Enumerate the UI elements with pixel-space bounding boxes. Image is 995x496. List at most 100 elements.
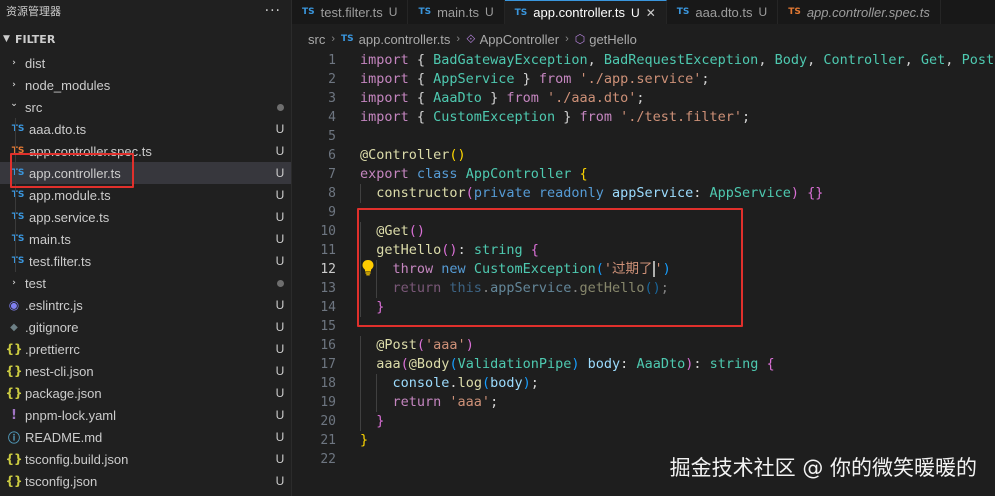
code-line[interactable]: 15 [292,317,995,336]
code-token: ; [742,109,751,125]
more-actions-icon[interactable]: ··· [265,3,281,19]
editor-tab[interactable]: TS test.filter.ts U [292,0,409,24]
code-line[interactable]: 19 return 'aaa'; [292,393,995,412]
code-token: '过期了 [603,261,653,277]
editor-tab-bar: TS test.filter.ts U TS main.ts U TS app.control… [292,0,995,24]
code-token: BadGatewayException [433,52,588,68]
code-token: import [360,52,417,68]
code-line[interactable]: 2 import { AppService } from './app.servi… [292,70,995,89]
code-line[interactable]: 4 import { CustomException } from './test… [292,108,995,127]
file-tree-item-label: README.md [25,429,103,445]
file-tree-item[interactable]: TS aaa.dto.ts U [0,118,291,140]
explorer-header: 资源管理器 ··· [0,0,291,22]
code-token: } [376,413,385,429]
code-line[interactable]: 3 import { AaaDto } from './aaa.dto'; [292,89,995,108]
line-number: 6 [328,148,336,163]
code-token: './aaa.dto' [546,90,637,106]
line-number: 1 [328,53,336,68]
editor-tab[interactable]: TS aaa.dto.ts U [666,0,779,24]
file-tree-item-label: app.controller.ts [29,165,121,181]
json-file-icon: {} [5,452,23,466]
file-tree-item[interactable]: TS app.service.ts U [0,206,291,228]
file-tree-item[interactable]: {} tsconfig.build.json U [0,448,291,470]
editor-tab[interactable]: TS main.ts U [408,0,505,24]
code-line[interactable]: 7 export class AppController { [292,165,995,184]
line-number: 14 [320,300,336,315]
file-tree-item[interactable]: › test [0,272,291,294]
code-line[interactable]: 14 } [292,298,995,317]
file-tree-item[interactable]: › dist [0,52,291,74]
code-token: CustomException [473,261,596,277]
code-token: appService [490,280,572,296]
code-line[interactable]: 17 aaa(@Body(ValidationPipe) body: AaaDt… [292,355,995,374]
file-tree-item[interactable]: ⓘ README.md U [0,426,291,448]
file-tree-item[interactable]: TS main.ts U [0,228,291,250]
code-token: AppController [465,166,580,182]
code-line[interactable]: 16 @Post('aaa') [292,336,995,355]
code-token: this [449,280,482,296]
code-line[interactable]: 1 import { BadGatewayException, BadReques… [292,51,995,70]
code-line[interactable]: 10 @Get() [292,222,995,241]
breadcrumb-method[interactable]: getHello [589,32,637,47]
typescript-file-icon: TS [514,7,528,18]
code-token: import [360,109,417,125]
editor-tab-label: app.controller.ts [533,5,626,20]
file-tree-item[interactable]: TS test.filter.ts U [0,250,291,272]
file-tree-item[interactable]: TS app.module.ts U [0,184,291,206]
git-status-badge: U [275,188,285,202]
code-line[interactable]: 20 } [292,412,995,431]
file-tree-item[interactable]: TS app.controller.spec.ts U [0,140,291,162]
git-status-badge: U [275,144,285,158]
line-number: 21 [320,433,336,448]
close-icon[interactable]: ✕ [646,6,656,20]
code-token: @Get [376,223,409,239]
line-number: 13 [320,281,336,296]
code-token: . [571,280,580,296]
file-tree-item[interactable]: ⌄ src [0,96,291,118]
code-line[interactable]: 11 getHello(): string { [292,241,995,260]
breadcrumb-class[interactable]: AppController [480,32,560,47]
code-editor[interactable]: 1 import { BadGatewayException, BadReques… [292,50,995,496]
modified-dot-icon [269,279,291,287]
code-token: { [416,71,434,87]
breadcrumb-folder[interactable]: src [308,32,325,47]
code-token: export [360,166,417,182]
file-tree-item[interactable]: ◉ .eslintrc.js U [0,294,291,316]
file-tree-item-label: .eslintrc.js [25,297,83,313]
breadcrumb-file[interactable]: app.controller.ts [359,32,451,47]
file-tree-item[interactable]: {} nest-cli.json U [0,360,291,382]
code-line[interactable]: 18 console.log(body); [292,374,995,393]
code-line[interactable]: 6 @Controller() [292,146,995,165]
typescript-file-icon: TS [788,7,801,17]
code-token: Get [920,52,946,68]
code-token: import [360,90,417,106]
code-line[interactable]: 13 return this.appService.getHello(); [292,279,995,298]
file-tree-item[interactable]: {} package.json U [0,382,291,404]
workspace-section-header[interactable]: ▼ FILTER [0,28,291,50]
code-line[interactable]: 5 [292,127,995,146]
code-line[interactable]: 8 constructor(private readonly appServic… [292,184,995,203]
git-status-badge: U [275,408,285,422]
editor-tab[interactable]: TS app.controller.ts U ✕ [504,0,667,24]
file-tree-item[interactable]: TS app.controller.ts U [0,162,291,184]
code-token: , [904,52,921,68]
typescript-file-icon: TS [676,7,690,17]
code-line[interactable]: 12 throw new CustomException('过期了 ') [292,260,995,279]
editor-tab[interactable]: TS app.controller.spec.ts [778,0,941,24]
code-token: { [766,356,775,372]
file-tree-item[interactable]: ◆ .gitignore U [0,316,291,338]
code-line[interactable]: 21} [292,431,995,450]
code-text: return 'aaa'; [360,393,499,412]
file-tree-item-label: package.json [25,385,102,401]
file-tree-item[interactable]: {} tsconfig.json U [0,470,291,492]
file-tree-item[interactable]: {} .prettierrc U [0,338,291,360]
indent-guide [15,206,16,228]
code-line[interactable]: 9 [292,203,995,222]
code-token: ValidationPipe [457,356,572,372]
file-tree-item[interactable]: › node_modules [0,74,291,96]
file-tree-item[interactable]: ! pnpm-lock.yaml U [0,404,291,426]
code-token: string [473,242,531,258]
line-number: 18 [320,376,336,391]
